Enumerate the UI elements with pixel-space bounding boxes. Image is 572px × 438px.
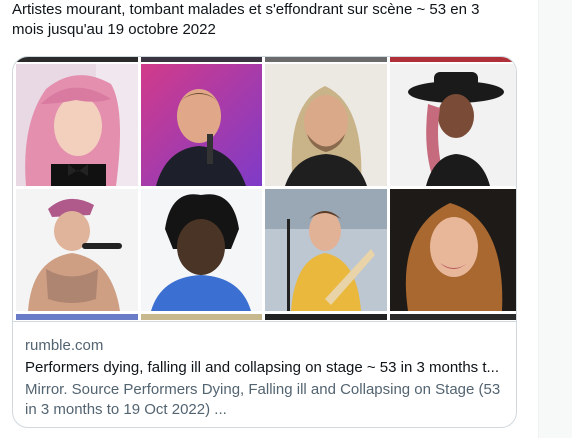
card-image-collage[interactable] (13, 57, 516, 320)
card-title[interactable]: Performers dying, falling ill and collap… (25, 358, 505, 378)
performer-photo (265, 189, 387, 311)
card-domain: rumble.com (25, 337, 104, 354)
right-sidebar-edge (539, 0, 572, 438)
performer-photo (265, 64, 387, 186)
collage-strip (265, 314, 387, 320)
collage-strip (390, 57, 516, 62)
collage-strip (141, 314, 262, 320)
collage-strip (141, 57, 262, 62)
tweet-text: Artistes mourant, tombant malades et s'e… (12, 1, 480, 38)
collage-strip (13, 57, 138, 62)
performer-photo (390, 64, 516, 186)
performer-photo (141, 64, 262, 186)
link-card[interactable]: rumble.com Performers dying, falling ill… (12, 56, 517, 428)
card-description: Mirror. Source Performers Dying, Falling… (25, 381, 501, 418)
collage-strip (390, 314, 516, 320)
collage-strip (265, 57, 387, 62)
performer-photo (16, 189, 138, 311)
performer-photo (141, 189, 262, 311)
card-details[interactable]: rumble.com Performers dying, falling ill… (13, 321, 516, 427)
performer-photo (390, 189, 516, 311)
performer-photo (16, 64, 138, 186)
collage-strip (16, 314, 138, 320)
